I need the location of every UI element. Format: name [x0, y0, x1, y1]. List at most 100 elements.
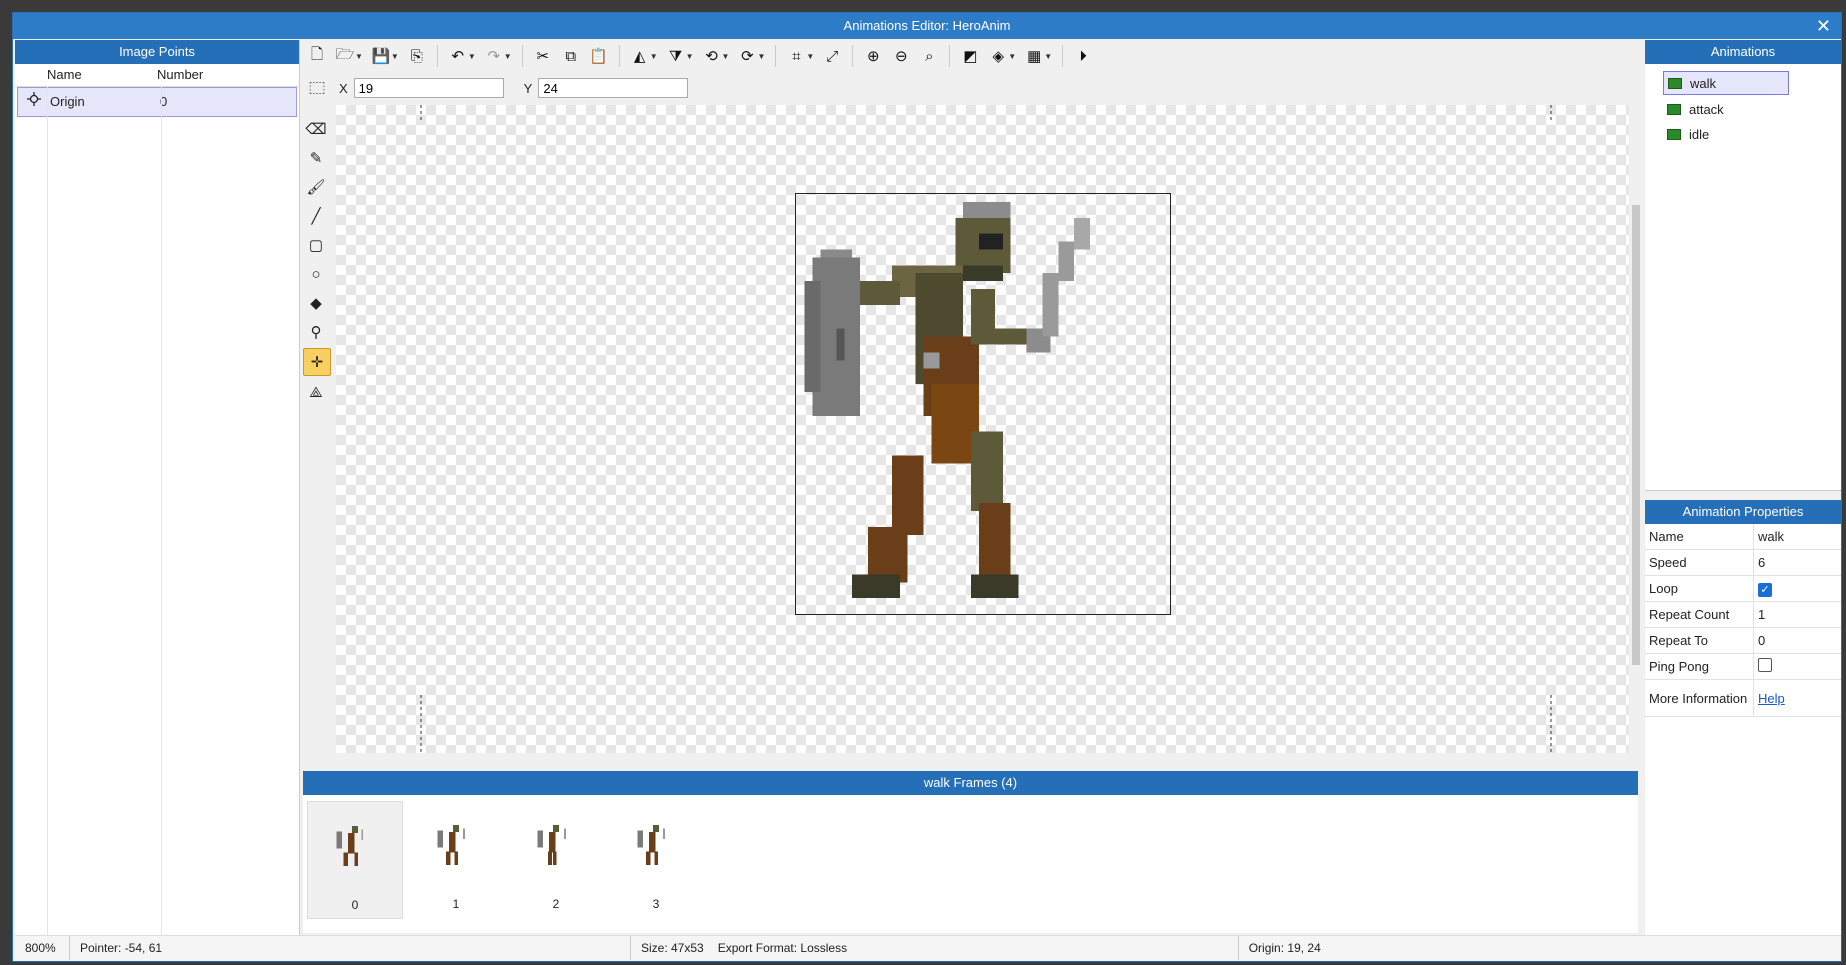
- x-input[interactable]: [353, 78, 504, 98]
- undo-icon[interactable]: ↶: [447, 44, 469, 68]
- image-point-number: 0: [160, 94, 168, 109]
- zoom-out-icon[interactable]: ⊖: [890, 44, 912, 68]
- animations-editor-window: Animations Editor: HeroAnim ✕ Image Poin…: [12, 12, 1842, 962]
- image-points-panel: Image Points Name Number Origin 0: [15, 40, 300, 935]
- prop-pingpong-key: Ping Pong: [1645, 654, 1754, 679]
- rectangle-icon[interactable]: ▢: [303, 232, 329, 258]
- prop-repeat-count-key: Repeat Count: [1645, 602, 1754, 627]
- resize-icon[interactable]: ⤢: [821, 44, 843, 68]
- prop-repeat-to-value[interactable]: 0: [1754, 633, 1841, 648]
- eyedropper-icon[interactable]: ⚲: [303, 319, 329, 345]
- status-bar: 800% Pointer: -54, 61 Size: 47x53 Export…: [15, 935, 1841, 960]
- prop-pingpong-row: Ping Pong: [1645, 654, 1841, 680]
- col-name-header[interactable]: Name: [47, 64, 157, 86]
- flip-vertical-icon[interactable]: ⧩: [665, 44, 687, 68]
- frame-number: 3: [652, 897, 660, 911]
- pencil-icon[interactable]: ✎: [303, 145, 329, 171]
- animations-title: Animations: [1645, 40, 1841, 64]
- animations-panel: Animations walk attack idle: [1645, 40, 1841, 491]
- canvas-horizontal-scrollbar[interactable]: [336, 753, 1629, 767]
- grid-icon[interactable]: ▦: [1023, 44, 1045, 68]
- select-rect-icon[interactable]: [309, 82, 325, 94]
- frames-strip: 0 1 2 3: [303, 795, 1638, 925]
- prop-name-key: Name: [1645, 524, 1754, 549]
- frame-thumb-2[interactable]: 2: [509, 801, 603, 917]
- animation-label: walk: [1690, 75, 1717, 91]
- line-icon[interactable]: ╱: [303, 203, 329, 229]
- pingpong-checkbox[interactable]: [1758, 658, 1772, 672]
- animation-item-idle[interactable]: idle: [1663, 123, 1823, 145]
- frames-title: walk Frames (4): [303, 771, 1638, 795]
- help-link[interactable]: Help: [1758, 691, 1785, 706]
- frame-thumb-3[interactable]: 3: [609, 801, 703, 917]
- prop-more-info-key: More Information: [1645, 680, 1754, 716]
- status-export: Export Format: Lossless: [708, 936, 1239, 960]
- prop-name-row: Name walk: [1645, 524, 1841, 550]
- fill-bucket-icon[interactable]: ◆: [303, 290, 329, 316]
- brush-icon[interactable]: 🖌: [303, 174, 329, 200]
- animation-item-walk[interactable]: walk: [1663, 71, 1789, 95]
- paste-icon[interactable]: 📋: [588, 44, 610, 68]
- rotate-left-icon[interactable]: ⟲: [701, 44, 723, 68]
- export-icon[interactable]: ⎘: [406, 44, 428, 68]
- animation-label: idle: [1689, 126, 1710, 142]
- canvas-vertical-scrollbar[interactable]: [1629, 105, 1643, 753]
- prop-repeat-to-row: Repeat To 0: [1645, 628, 1841, 654]
- x-label: X: [339, 80, 348, 96]
- status-pointer: Pointer: -54, 61: [70, 936, 631, 960]
- polygon-points-icon[interactable]: ⟁: [303, 379, 329, 405]
- main-toolbar: 🗋 🗁 ▼ 💾 ▼ ⎘ ↶ ▼ ↷ ▼ ✂ ⧉ 📋 ◭ ▼ ⧩ ▼ ⟲ ▼ ⟳ ▼ ⌗ ▼ ⤢ ⊕…: [303, 41, 1638, 71]
- copy-icon[interactable]: ⧉: [560, 44, 582, 68]
- prop-more-info-row: More Information Help: [1645, 680, 1841, 717]
- cut-icon[interactable]: ✂: [532, 44, 554, 68]
- prop-speed-key: Speed: [1645, 550, 1754, 575]
- frame-number: 0: [351, 898, 359, 912]
- drawing-tools: ⌫ ✎ 🖌 ╱ ▢ ○ ◆ ⚲ ✛ ⟁: [303, 113, 333, 408]
- background-icon[interactable]: ◩: [959, 44, 981, 68]
- prop-repeat-to-key: Repeat To: [1645, 628, 1754, 653]
- col-number-header[interactable]: Number: [157, 64, 299, 86]
- zoom-fit-icon[interactable]: ⌕: [918, 44, 940, 68]
- redo-icon[interactable]: ↷: [483, 44, 505, 68]
- eraser-icon[interactable]: ⌫: [303, 116, 329, 142]
- window-title: Animations Editor: HeroAnim: [843, 18, 1011, 33]
- zoom-in-icon[interactable]: ⊕: [862, 44, 884, 68]
- y-label: Y: [523, 80, 533, 96]
- play-preview-icon[interactable]: ⏵: [1072, 44, 1094, 68]
- open-folder-icon[interactable]: 🗁: [334, 44, 356, 68]
- layers-icon[interactable]: ◈: [987, 44, 1009, 68]
- animation-properties-panel: Animation Properties Name walk Speed 6 L…: [1645, 500, 1841, 940]
- film-strip-icon: [1667, 103, 1681, 115]
- image-point-tool-icon[interactable]: ✛: [303, 348, 331, 376]
- prop-speed-value[interactable]: 6: [1754, 555, 1841, 570]
- new-file-icon[interactable]: 🗋: [306, 44, 328, 68]
- rotate-right-icon[interactable]: ⟳: [736, 44, 758, 68]
- save-icon[interactable]: 💾: [370, 44, 392, 68]
- image-canvas[interactable]: [336, 105, 1629, 753]
- image-point-name: Origin: [50, 94, 85, 109]
- close-icon[interactable]: ✕: [1816, 13, 1831, 39]
- status-origin: Origin: 19, 24: [1248, 941, 1321, 955]
- status-zoom: 800%: [15, 936, 70, 960]
- image-point-row-origin[interactable]: Origin 0: [17, 87, 297, 117]
- film-strip-icon: [1667, 128, 1681, 140]
- flip-horizontal-icon[interactable]: ◭: [629, 44, 651, 68]
- frame-number: 1: [452, 897, 460, 911]
- ellipse-icon[interactable]: ○: [303, 261, 329, 287]
- prop-loop-row: Loop ✓: [1645, 576, 1841, 602]
- prop-speed-row: Speed 6: [1645, 550, 1841, 576]
- animation-item-attack[interactable]: attack: [1663, 98, 1823, 120]
- prop-repeat-count-row: Repeat Count 1: [1645, 602, 1841, 628]
- frame-thumb-0[interactable]: 0: [307, 801, 403, 919]
- film-strip-icon: [1668, 77, 1682, 89]
- frame-thumb-1[interactable]: 1: [409, 801, 503, 917]
- loop-checkbox[interactable]: ✓: [1758, 582, 1772, 597]
- sprite-frame: [795, 193, 1171, 615]
- y-input[interactable]: [538, 78, 689, 98]
- image-points-title: Image Points: [15, 40, 299, 64]
- crop-icon[interactable]: ⌗: [785, 44, 807, 68]
- status-size: Size: 47x53: [641, 941, 704, 955]
- prop-loop-key: Loop: [1645, 576, 1754, 601]
- prop-repeat-count-value[interactable]: 1: [1754, 607, 1841, 622]
- prop-name-value[interactable]: walk: [1754, 529, 1841, 544]
